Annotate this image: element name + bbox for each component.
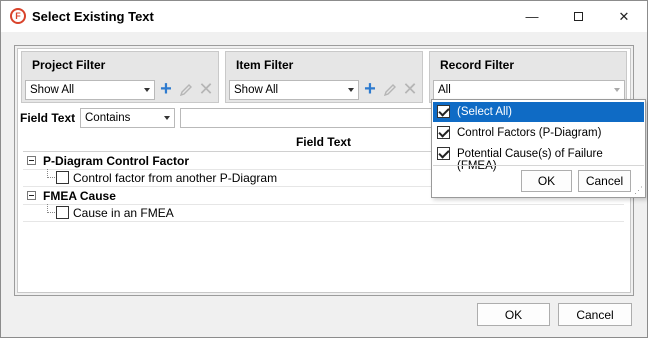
chevron-down-icon [348, 88, 354, 92]
row-label: Control factor from another P-Diagram [73, 171, 278, 185]
delete-icon: ✕ [402, 79, 418, 99]
divider [433, 165, 644, 166]
chevron-down-icon [144, 88, 150, 92]
project-filter-select[interactable]: Show All [25, 80, 155, 100]
minimize-icon: — [525, 9, 539, 24]
option-label: (Select All) [457, 106, 512, 118]
group-label: FMEA Cause [43, 189, 116, 203]
project-filter-value: Show All [30, 84, 75, 96]
field-text-operator-select[interactable]: Contains [80, 108, 175, 128]
collapse-icon[interactable] [27, 156, 36, 165]
item-filter-panel: Item Filter Show All + ✕ [225, 51, 423, 103]
collapse-icon[interactable] [27, 191, 36, 200]
record-filter-dropdown: (Select All) Control Factors (P-Diagram)… [431, 99, 646, 198]
item-filter-value: Show All [234, 84, 279, 96]
chevron-down-icon [614, 88, 620, 92]
edit-item-filter-button[interactable] [382, 81, 398, 97]
record-filter-panel: Record Filter All [429, 51, 627, 103]
dialog-title: Select Existing Text [32, 9, 154, 24]
select-existing-text-dialog: F Select Existing Text — ✕ Project Filte… [0, 0, 648, 338]
option-checkbox[interactable] [437, 105, 450, 118]
pencil-icon [179, 83, 192, 96]
delete-icon: ✕ [198, 79, 214, 99]
edit-project-filter-button[interactable] [178, 81, 194, 97]
row-label: Cause in an FMEA [73, 206, 174, 220]
plus-icon: + [160, 78, 172, 100]
project-filter-title: Project Filter [32, 58, 106, 72]
group-label: P-Diagram Control Factor [43, 154, 190, 168]
option-label: Potential Cause(s) of Failure (FMEA) [457, 148, 603, 172]
delete-item-filter-button[interactable]: ✕ [402, 79, 418, 99]
close-icon: ✕ [618, 8, 630, 24]
option-label: Control Factors (P-Diagram) [457, 127, 602, 139]
field-text-filter-label: Field Text [20, 111, 76, 125]
minimize-button[interactable]: — [509, 1, 555, 32]
maximize-icon [573, 12, 583, 21]
title-bar: F Select Existing Text — ✕ [1, 1, 647, 32]
dropdown-option-control-factors[interactable]: Control Factors (P-Diagram) [433, 123, 644, 143]
tree-connector [47, 169, 55, 178]
option-checkbox[interactable] [437, 126, 450, 139]
resize-grip-icon[interactable]: ⋰ [634, 186, 643, 195]
item-filter-title: Item Filter [236, 58, 294, 72]
dropdown-cancel-button[interactable]: Cancel [578, 170, 631, 192]
ok-button[interactable]: OK [477, 303, 550, 326]
tree-connector [47, 204, 55, 213]
pencil-icon [383, 83, 396, 96]
item-filter-select[interactable]: Show All [229, 80, 359, 100]
row-checkbox[interactable] [56, 206, 69, 219]
chevron-down-icon [164, 116, 170, 120]
delete-project-filter-button[interactable]: ✕ [198, 79, 214, 99]
add-project-filter-button[interactable]: + [158, 78, 174, 100]
dropdown-option-select-all[interactable]: (Select All) [433, 102, 644, 122]
dropdown-option-potential-causes[interactable]: Potential Cause(s) of Failure (FMEA) [433, 144, 644, 172]
table-row[interactable]: Cause in an FMEA [23, 204, 624, 222]
maximize-button[interactable] [555, 1, 601, 32]
add-item-filter-button[interactable]: + [362, 78, 378, 100]
app-logo-icon: F [10, 8, 26, 24]
field-text-operator-value: Contains [85, 112, 131, 124]
option-checkbox[interactable] [437, 147, 450, 160]
project-filter-panel: Project Filter Show All + ✕ [21, 51, 219, 103]
field-text-search-input[interactable] [180, 108, 442, 128]
close-button[interactable]: ✕ [601, 1, 647, 32]
cancel-button[interactable]: Cancel [558, 303, 632, 326]
record-filter-select[interactable]: All [433, 80, 625, 100]
record-filter-value: All [438, 84, 451, 96]
dropdown-ok-button[interactable]: OK [521, 170, 572, 192]
record-filter-title: Record Filter [440, 58, 515, 72]
row-checkbox[interactable] [56, 171, 69, 184]
plus-icon: + [364, 78, 376, 100]
